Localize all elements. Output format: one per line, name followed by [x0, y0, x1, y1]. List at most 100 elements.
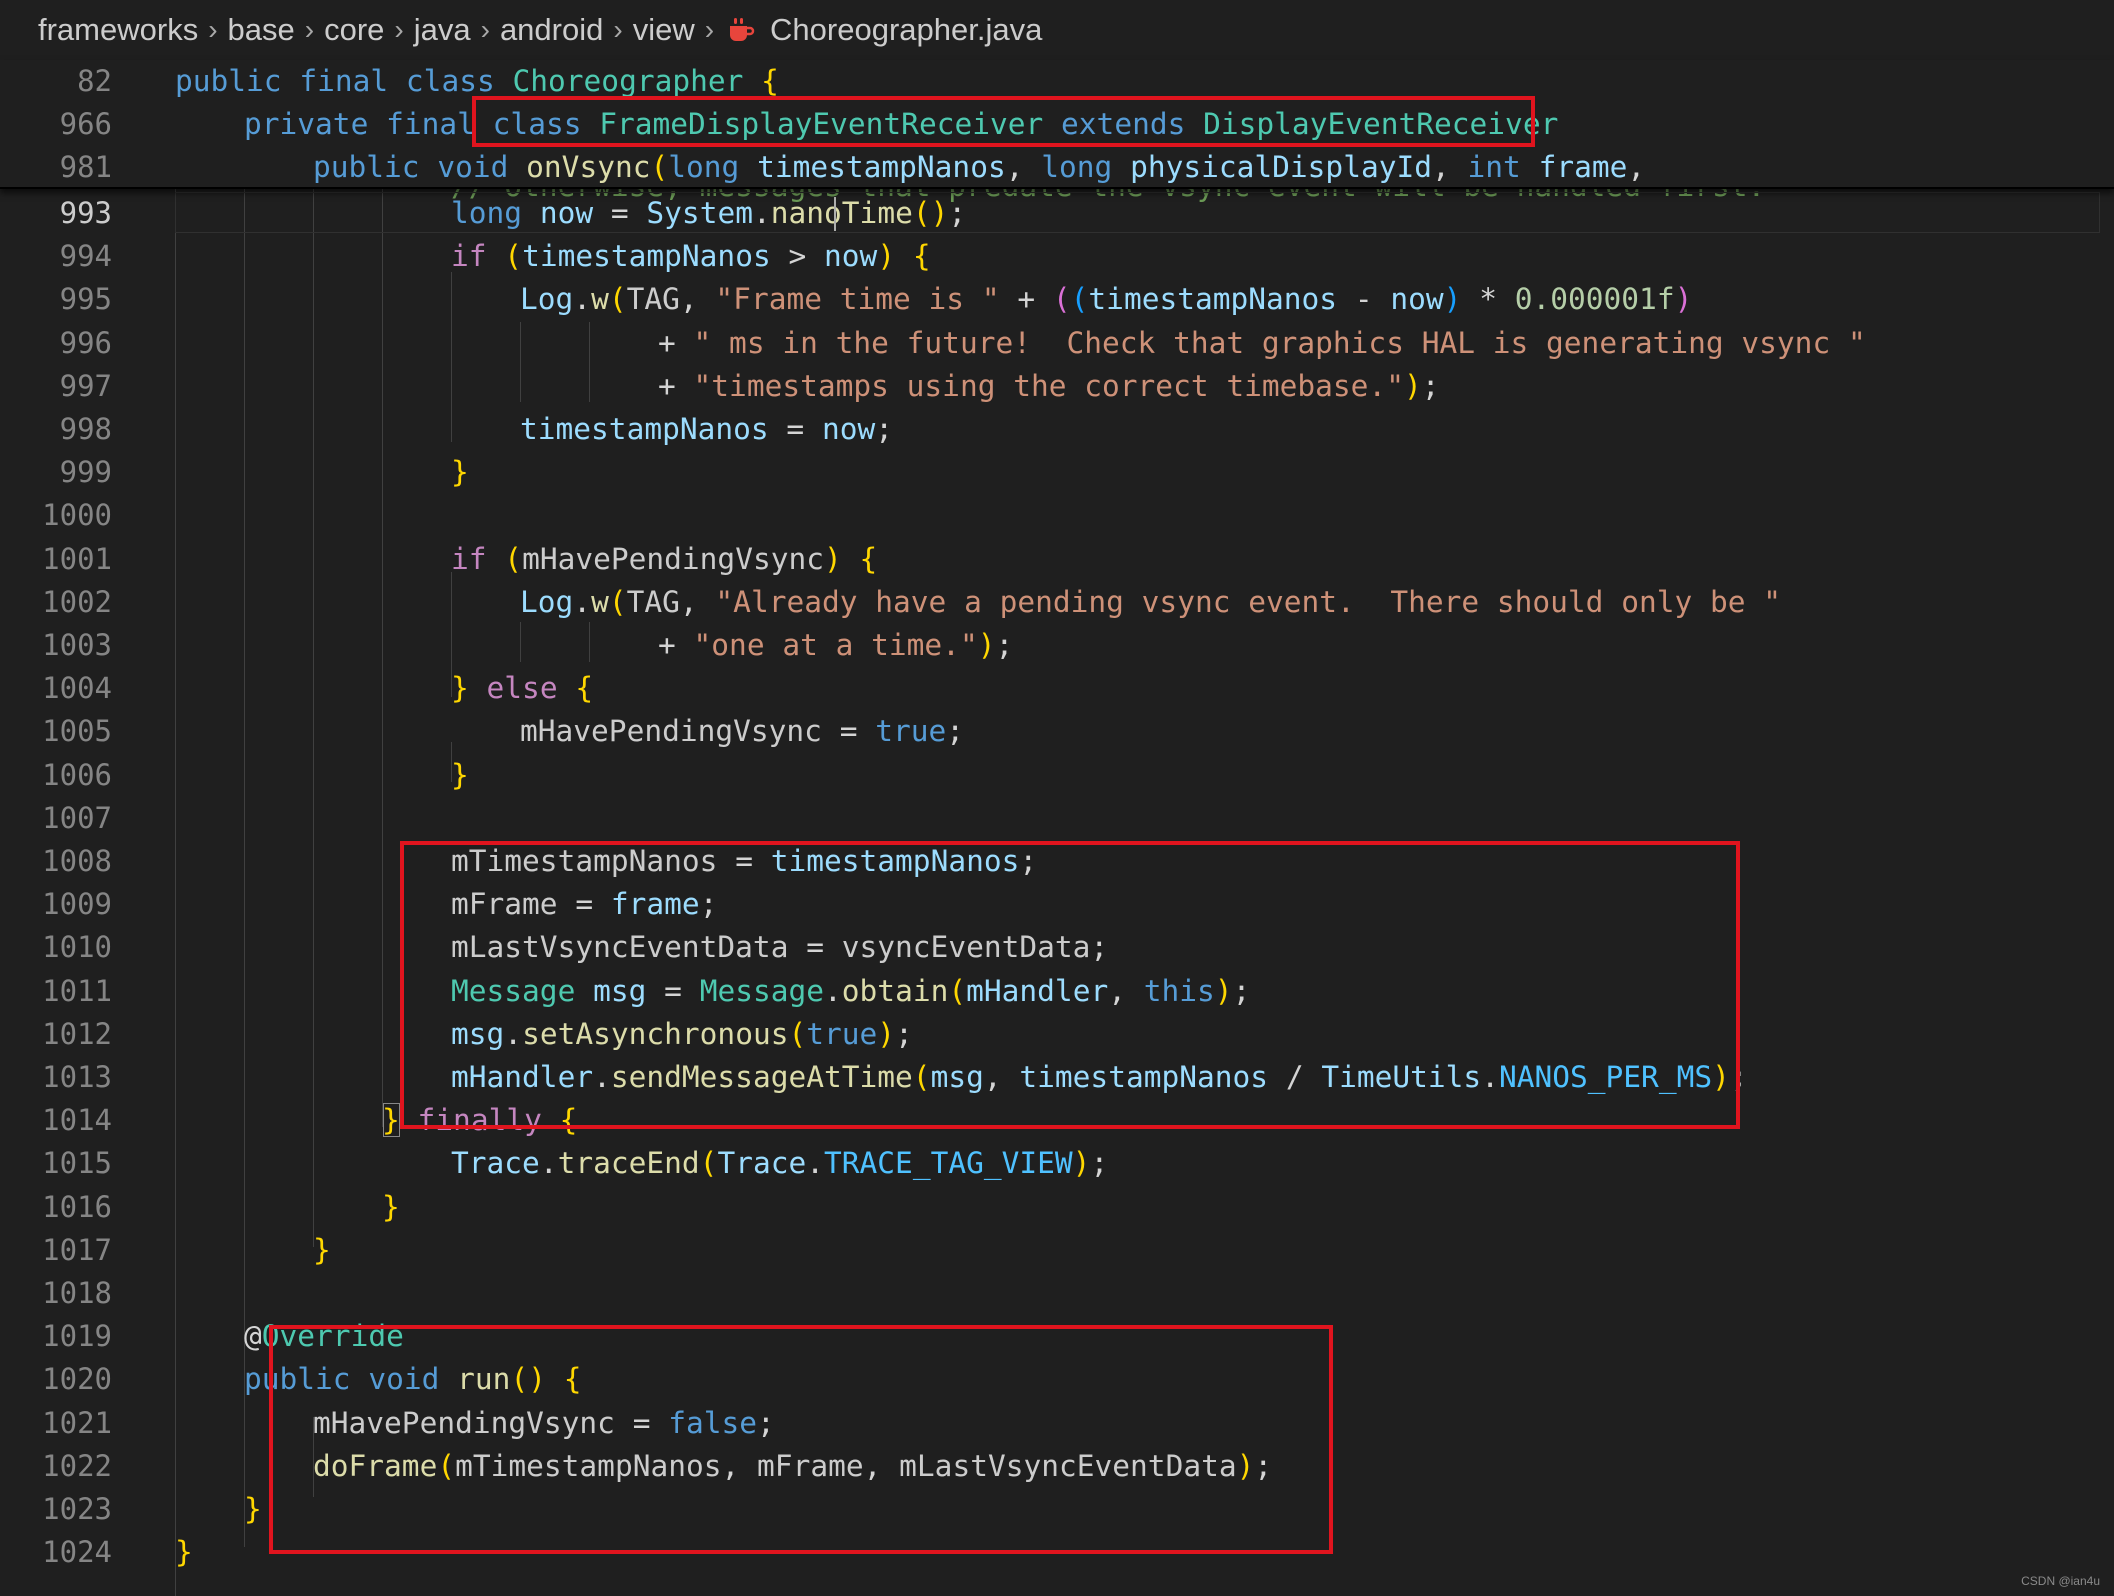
breadcrumb-item[interactable]: android: [500, 12, 603, 48]
code-text: if (timestampNanos > now) {: [451, 239, 931, 274]
code-line[interactable]: 1000: [0, 494, 2114, 537]
line-number: 999: [59, 455, 112, 490]
breadcrumb: frameworks › base › core › java › android › view › C…: [0, 0, 2114, 60]
line-number: 998: [59, 412, 112, 446]
code-text: }: [451, 757, 469, 792]
bracket-match-highlight: [383, 1103, 400, 1138]
code-line[interactable]: 1023}: [0, 1488, 2114, 1531]
breadcrumb-item[interactable]: view: [633, 12, 695, 48]
line-number: 994: [59, 239, 112, 274]
code-text: private final class FrameDisplayEventRec…: [244, 107, 1559, 141]
code-text: Trace.traceEnd(Trace.TRACE_TAG_VIEW);: [451, 1146, 1109, 1181]
code-line[interactable]: 1013 mHandler.sendMessageAtTime(msg, time…: [0, 1056, 2114, 1099]
line-number: 981: [59, 150, 112, 184]
code-line[interactable]: 993 long now = System.nanoTime();: [0, 192, 2114, 235]
line-number: 1018: [42, 1276, 112, 1310]
code-editor[interactable]: // Otherwise, messages that predate the …: [0, 187, 2114, 1596]
code-text: msg.setAsynchronous(true);: [451, 1016, 913, 1051]
code-text: @Override: [244, 1319, 404, 1354]
line-number: 1013: [42, 1060, 112, 1094]
code-line[interactable]: 994 if (timestampNanos > now) {: [0, 235, 2114, 278]
code-line[interactable]: 995 Log.w(TAG, "Frame time is " + ((times…: [0, 278, 2114, 321]
code-line[interactable]: 1006}: [0, 754, 2114, 797]
line-number: 1010: [42, 930, 112, 965]
code-text: } finally {: [382, 1103, 578, 1138]
line-number: 1012: [42, 1016, 112, 1051]
code-text: if (mHavePendingVsync) {: [451, 541, 878, 576]
line-number: 996: [59, 325, 112, 360]
line-number: 1005: [42, 714, 112, 749]
code-line[interactable]: 1008 mTimestampNanos = timestampNanos;: [0, 840, 2114, 883]
breadcrumb-item[interactable]: java: [414, 12, 471, 48]
code-text: }: [313, 1232, 331, 1267]
code-text: public final class Choreographer {: [175, 64, 779, 98]
code-line[interactable]: 1001 if (mHavePendingVsync) {: [0, 538, 2114, 581]
line-number: 1023: [42, 1492, 112, 1526]
code-line[interactable]: 999}: [0, 451, 2114, 494]
breadcrumb-item[interactable]: core: [324, 12, 384, 48]
code-text: Message msg = Message.obtain(mHandler, t…: [451, 973, 1251, 1008]
code-line[interactable]: 998 timestampNanos = now;: [0, 408, 2114, 451]
code-line[interactable]: 1020 public void run() {: [0, 1358, 2114, 1401]
java-coffee-cup-icon: [726, 15, 756, 45]
code-line[interactable]: 1009 mFrame = frame;: [0, 883, 2114, 926]
code-line[interactable]: 1014 } finally {: [0, 1099, 2114, 1142]
sticky-scroll-line[interactable]: 981 public void onVsync(long timestampNan…: [0, 146, 2114, 189]
code-line[interactable]: 1012 msg.setAsynchronous(true);: [0, 1013, 2114, 1056]
code-line[interactable]: 1016}: [0, 1186, 2114, 1229]
code-line[interactable]: 1015 Trace.traceEnd(Trace.TRACE_TAG_VIEW)…: [0, 1142, 2114, 1185]
line-number: 1006: [42, 757, 112, 792]
code-text: + " ms in the future! Check that graphic…: [658, 325, 1866, 360]
line-number: 1002: [42, 584, 112, 619]
sticky-scroll-line[interactable]: 82 public final class Choreographer {: [0, 60, 2114, 103]
code-text: long now = System.nanoTime();: [451, 196, 967, 230]
code-line[interactable]: 997 + "timestamps using the correct timeb…: [0, 365, 2114, 408]
code-line[interactable]: 1003 + "one at a time.");: [0, 624, 2114, 667]
line-number: 1020: [42, 1362, 112, 1397]
code-line[interactable]: 1007: [0, 797, 2114, 840]
code-text: mTimestampNanos = timestampNanos;: [451, 844, 1038, 878]
watermark: CSDN @ian4u: [2021, 1574, 2100, 1588]
code-line[interactable]: 1004} else {: [0, 667, 2114, 710]
line-number: 1001: [42, 541, 112, 576]
line-number: 1009: [42, 887, 112, 922]
line-number: 1016: [42, 1189, 112, 1224]
text-cursor: [834, 197, 836, 231]
line-number: 1014: [42, 1103, 112, 1138]
breadcrumb-item[interactable]: frameworks: [38, 12, 198, 48]
chevron-right-icon: ›: [613, 14, 623, 45]
code-line[interactable]: 1022 doFrame(mTimestampNanos, mFrame, mLa…: [0, 1445, 2114, 1488]
code-line[interactable]: 1011 Message msg = Message.obtain(mHandle…: [0, 970, 2114, 1013]
code-text: mHavePendingVsync = true;: [520, 714, 965, 749]
chevron-right-icon: ›: [480, 14, 490, 45]
code-line[interactable]: 1017}: [0, 1229, 2114, 1272]
code-text: doFrame(mTimestampNanos, mFrame, mLastVs…: [313, 1448, 1273, 1483]
code-text: mHandler.sendMessageAtTime(msg, timestam…: [451, 1060, 1748, 1094]
code-text: + "timestamps using the correct timebase…: [658, 368, 1440, 403]
breadcrumb-item[interactable]: base: [228, 12, 295, 48]
breadcrumb-file[interactable]: Choreographer.java: [770, 12, 1042, 48]
code-line[interactable]: 1021 mHavePendingVsync = false;: [0, 1402, 2114, 1445]
code-text: public void run() {: [244, 1362, 582, 1397]
code-line[interactable]: 1018: [0, 1272, 2114, 1315]
sticky-scroll-line[interactable]: 966 private final class FrameDisplayEvent…: [0, 103, 2114, 146]
sticky-scroll-header: 82 public final class Choreographer { 966 p…: [0, 60, 2114, 189]
code-text: }: [175, 1535, 193, 1570]
line-number: 1003: [42, 628, 112, 662]
chevron-right-icon: ›: [304, 14, 315, 45]
line-number: 1007: [42, 800, 112, 835]
code-line[interactable]: 1010 mLastVsyncEventData = vsyncEventData…: [0, 926, 2114, 969]
line-number: 82: [77, 64, 112, 98]
code-text: timestampNanos = now;: [520, 412, 894, 446]
code-text: mLastVsyncEventData = vsyncEventData;: [451, 930, 1109, 965]
line-number: 1019: [42, 1319, 112, 1354]
code-line[interactable]: 1005 mHavePendingVsync = true;: [0, 710, 2114, 753]
code-line[interactable]: 1024}: [0, 1531, 2114, 1574]
line-number: 993: [59, 196, 112, 230]
code-line[interactable]: 1019 @Override: [0, 1315, 2114, 1358]
code-line[interactable]: 1002 Log.w(TAG, "Already have a pending v…: [0, 581, 2114, 624]
code-line[interactable]: 996 + " ms in the future! Check that grap…: [0, 322, 2114, 365]
code-text: }: [451, 455, 469, 490]
line-number: 1017: [42, 1232, 112, 1267]
code-text: } else {: [451, 671, 594, 706]
